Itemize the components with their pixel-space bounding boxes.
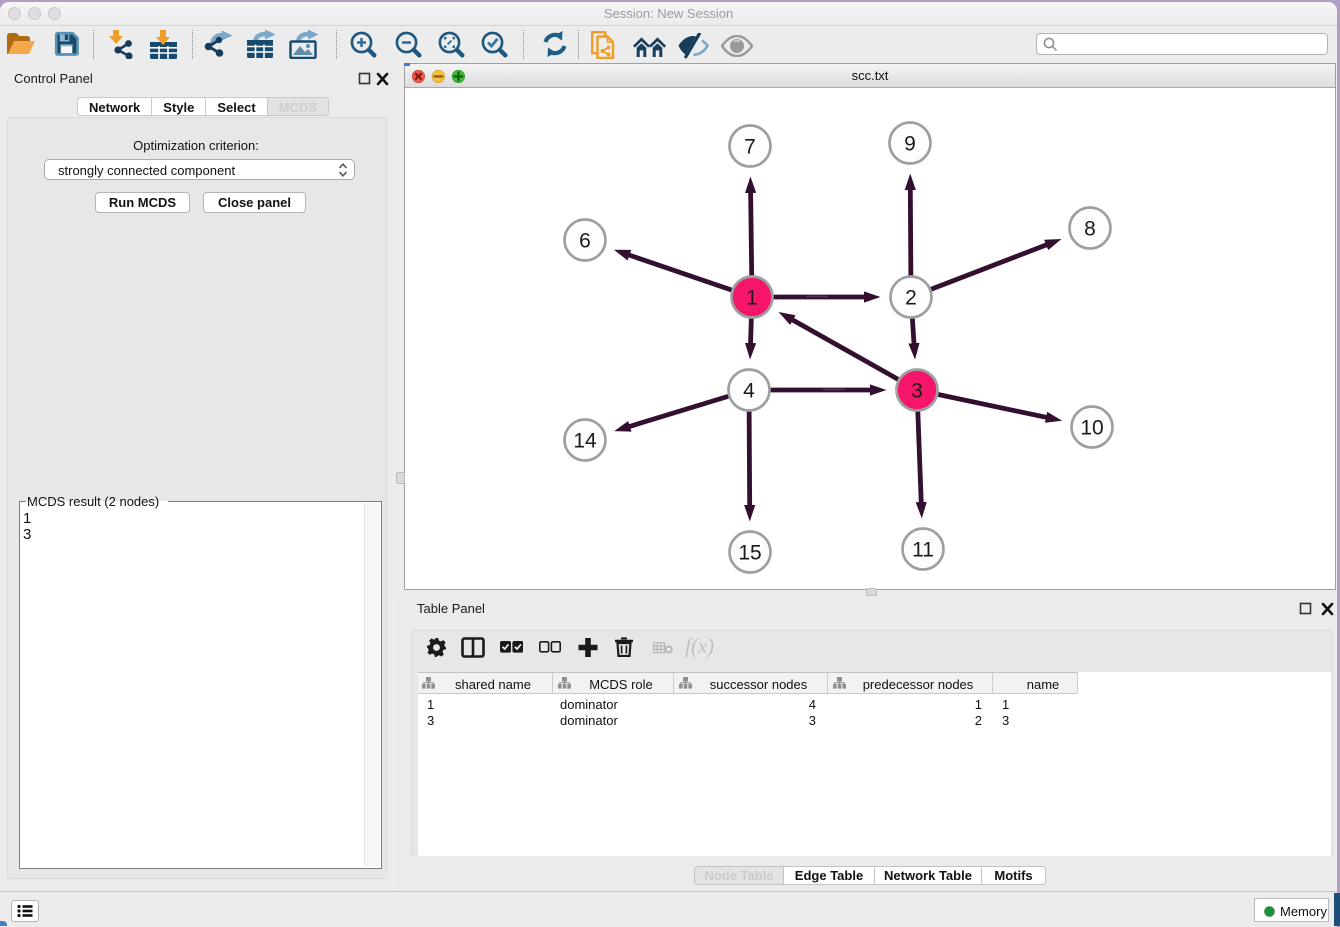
svg-text:2: 2 xyxy=(905,287,917,310)
svg-text:1: 1 xyxy=(746,287,758,310)
svg-text:6: 6 xyxy=(579,230,591,253)
svg-text:4: 4 xyxy=(743,380,755,403)
svg-text:9: 9 xyxy=(904,133,916,156)
svg-text:11: 11 xyxy=(912,539,934,562)
svg-text:3: 3 xyxy=(911,380,923,403)
svg-text:7: 7 xyxy=(744,136,756,159)
svg-text:15: 15 xyxy=(738,542,761,565)
svg-text:14: 14 xyxy=(573,430,597,453)
svg-text:8: 8 xyxy=(1084,218,1096,241)
svg-text:10: 10 xyxy=(1080,417,1103,440)
